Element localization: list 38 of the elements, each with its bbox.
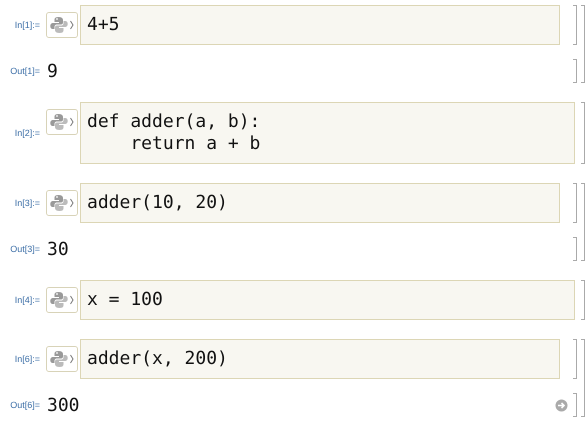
output-label: Out[3]=: [9, 244, 41, 254]
python-logo-icon: [49, 193, 75, 213]
python-logo-icon: [49, 349, 75, 369]
python-logo-icon: [49, 112, 75, 132]
python-cell-button[interactable]: [46, 346, 78, 372]
output-value: 300: [46, 394, 81, 416]
code-input-cell[interactable]: x = 100: [80, 280, 575, 320]
input-label: In[4]:=: [14, 295, 41, 305]
group-bracket[interactable]: [581, 5, 585, 83]
code-input-cell[interactable]: adder(x, 200): [80, 339, 560, 379]
output-value: 30: [46, 238, 70, 260]
python-cell-button[interactable]: [46, 12, 78, 38]
group-bracket[interactable]: [581, 183, 585, 261]
python-logo-icon: [49, 15, 75, 35]
code-input-cell[interactable]: adder(10, 20): [80, 183, 560, 223]
input-label: In[1]:=: [14, 20, 41, 30]
output-label: Out[1]=: [9, 66, 41, 76]
input-label: In[6]:=: [14, 354, 41, 364]
group-bracket[interactable]: [581, 339, 585, 417]
cell-bracket[interactable]: [573, 339, 577, 379]
python-cell-button[interactable]: [46, 287, 78, 313]
arrow-circle-icon[interactable]: [555, 398, 568, 412]
input-label: In[2]:=: [14, 128, 41, 138]
cell-bracket[interactable]: [573, 237, 577, 261]
group-bracket[interactable]: [581, 280, 585, 320]
cell-bracket[interactable]: [573, 183, 577, 223]
cell-bracket[interactable]: [573, 59, 577, 83]
input-label: In[3]:=: [14, 198, 41, 208]
cell-bracket[interactable]: [573, 393, 577, 417]
code-input-cell[interactable]: 4+5: [80, 5, 560, 45]
code-input-cell[interactable]: def adder(a, b): return a + b: [80, 102, 575, 164]
python-cell-button[interactable]: [46, 190, 78, 216]
python-logo-icon: [49, 290, 75, 310]
group-bracket[interactable]: [581, 102, 585, 164]
cell-bracket[interactable]: [573, 5, 577, 45]
output-label: Out[6]=: [9, 400, 41, 410]
output-value: 9: [46, 60, 59, 82]
python-cell-button[interactable]: [46, 109, 78, 135]
